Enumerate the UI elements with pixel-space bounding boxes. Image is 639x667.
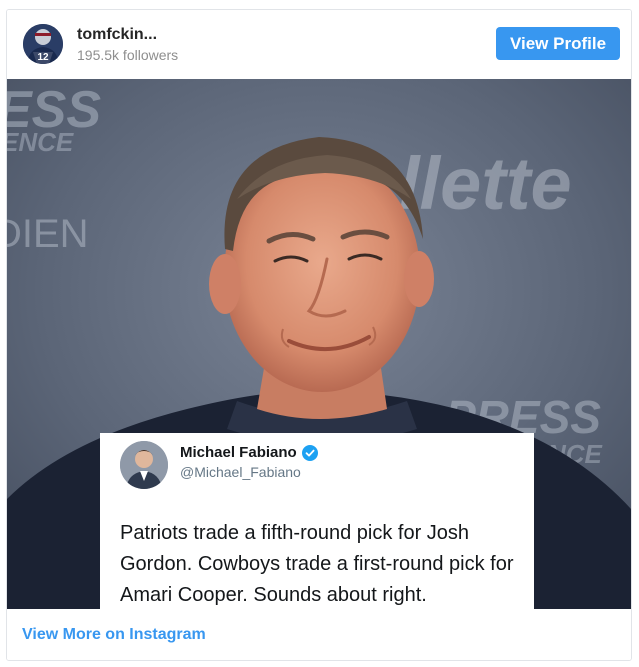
footer-divider — [22, 660, 616, 661]
tweet-author-handle: @Michael_Fabiano — [180, 464, 301, 480]
tweet-author-name: Michael Fabiano — [180, 444, 318, 461]
instagram-embed: 12 tomfckin... 195.5k followers View Pro… — [6, 9, 632, 661]
avatar-image: 12 — [23, 24, 63, 64]
follower-count: 195.5k followers — [77, 47, 179, 63]
username[interactable]: tomfckin... — [77, 26, 157, 44]
backdrop-text-top2: ENCE — [7, 127, 74, 157]
post-footer: View More on Instagram — [7, 609, 631, 661]
verified-badge-icon — [301, 444, 318, 461]
post-header: 12 tomfckin... 195.5k followers View Pro… — [7, 10, 631, 79]
tweet-screenshot: Michael Fabiano @Michael_Fabiano Patriot… — [100, 433, 534, 609]
view-profile-button[interactable]: View Profile — [496, 27, 620, 60]
view-more-on-instagram-link[interactable]: View More on Instagram — [22, 626, 206, 644]
tweet-avatar — [120, 441, 168, 489]
tweet-text: Patriots trade a fifth-round pick for Jo… — [120, 522, 514, 606]
avatar-jersey-number: 12 — [37, 52, 49, 63]
tweet-author-name-text: Michael Fabiano — [180, 444, 297, 461]
avatar[interactable]: 12 — [23, 24, 63, 64]
backdrop-text-brand: llette — [399, 142, 572, 225]
post-media[interactable]: ESS ENCE DIEN llette PRESS NCE — [7, 79, 631, 609]
tweet-avatar-image — [120, 441, 168, 489]
backdrop-text-left: DIEN — [7, 212, 89, 256]
